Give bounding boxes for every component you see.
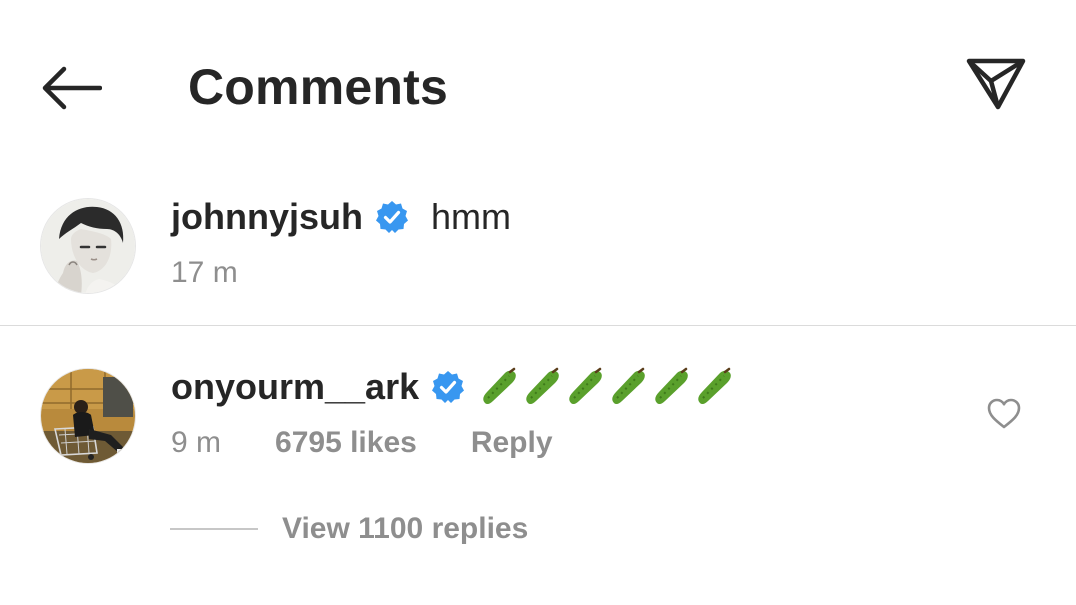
paper-plane-icon	[966, 58, 1026, 110]
cucumber-icon	[569, 367, 602, 405]
comment-meta: 9 m 6795 likes Reply	[171, 426, 553, 460]
page-title: Comments	[188, 59, 448, 115]
username[interactable]: johnnyjsuh	[171, 196, 363, 238]
share-button[interactable]	[958, 48, 1034, 118]
view-replies-button[interactable]: View 1100 replies	[170, 512, 528, 546]
header-bar: Comments	[0, 0, 1076, 175]
profile-photo-icon	[41, 199, 135, 293]
like-button[interactable]	[984, 394, 1024, 434]
cucumber-icon	[655, 367, 688, 405]
cucumber-icon	[483, 367, 516, 405]
comment-meta: 17 m	[171, 256, 238, 290]
view-replies-label: View 1100 replies	[282, 512, 529, 545]
arrow-left-icon	[42, 66, 102, 110]
reply-button[interactable]: Reply	[471, 426, 553, 460]
cucumber-icon	[698, 367, 731, 405]
heart-icon	[987, 398, 1021, 429]
username[interactable]: onyourm__ark	[171, 366, 419, 408]
profile-photo-icon	[41, 369, 135, 463]
comment-text: hmm	[431, 196, 511, 237]
comment-emoji-text	[479, 367, 737, 407]
caption-comment: johnnyjsuh hmm 17 m	[0, 190, 1076, 325]
cucumber-icon	[612, 367, 645, 405]
divider	[0, 325, 1076, 326]
verified-badge-icon	[431, 370, 465, 404]
cucumber-icon	[526, 367, 559, 405]
verified-badge-icon	[375, 200, 409, 234]
comment-line: onyourm__ark	[171, 366, 737, 408]
back-button[interactable]	[36, 58, 106, 118]
comment-item: onyourm__ark 9 m 6795 likes Reply	[0, 360, 1076, 480]
comment-time: 17 m	[171, 256, 238, 289]
replies-divider	[170, 528, 258, 530]
avatar[interactable]	[40, 368, 136, 464]
avatar[interactable]	[40, 198, 136, 294]
comment-time: 9 m	[171, 426, 222, 459]
likes-count-link[interactable]: 6795 likes	[275, 426, 417, 460]
comment-line: johnnyjsuh hmm	[171, 196, 511, 238]
